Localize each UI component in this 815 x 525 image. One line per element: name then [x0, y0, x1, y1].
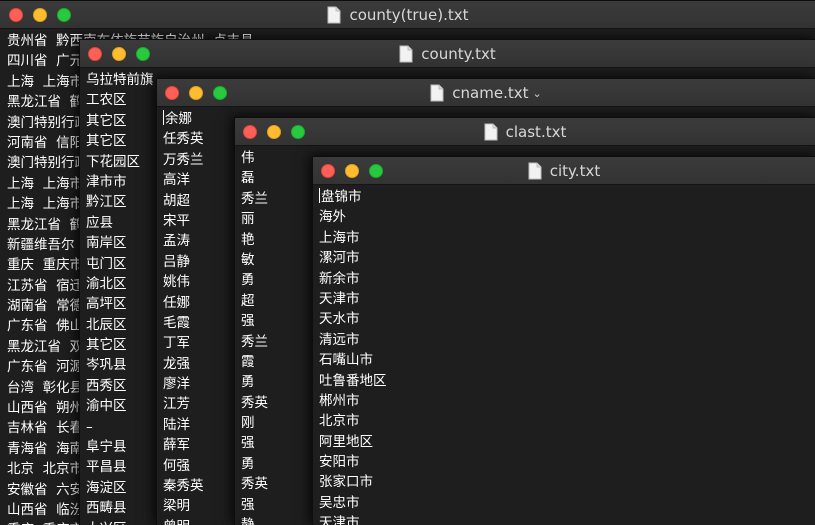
window-titlebar[interactable]: county.txt	[80, 40, 815, 68]
document-icon	[327, 6, 341, 24]
chevron-down-icon[interactable]: ⌄	[532, 87, 541, 100]
text-line: 清远市	[319, 331, 360, 348]
text-line: 郴州市	[319, 392, 360, 409]
window-title: city.txt	[549, 162, 601, 180]
text-line: 天水市	[319, 311, 360, 328]
window-titlebar[interactable]: city.txt	[313, 157, 815, 185]
text-line: 盘锦市	[319, 187, 815, 207]
window-titlebar[interactable]: clast.txt	[235, 118, 815, 146]
text-line: 吐鲁番地区	[319, 372, 387, 389]
window-title-area: county.txt	[80, 40, 815, 68]
window-title-area: county(true).txt	[0, 1, 815, 29]
text-line-content: 盘锦市	[321, 189, 362, 205]
text-line: 阿里地区	[319, 433, 373, 450]
text-line: 安阳市	[319, 454, 360, 471]
window-title: county(true).txt	[349, 6, 469, 24]
city-window[interactable]: city.txt 盘锦市 海外 上海市 漯河市 新余市 天津市 天水市 清远市 石嘴山市 吐鲁番地…	[312, 156, 815, 525]
text-line: 漯河市	[319, 250, 360, 267]
text-line: 天津市	[319, 290, 360, 307]
document-icon	[484, 123, 498, 141]
window-title-area: city.txt	[313, 157, 815, 185]
document-icon	[430, 84, 444, 102]
window-title: cname.txt	[452, 84, 529, 102]
document-icon	[528, 162, 542, 180]
text-line: 天津市	[319, 515, 360, 525]
text-line: 石嘴山市	[319, 352, 373, 369]
text-caret	[319, 188, 320, 203]
text-line-content: 余娜	[165, 111, 192, 127]
window-title: county.txt	[421, 45, 496, 63]
window-titlebar[interactable]: county(true).txt	[0, 1, 815, 29]
window-titlebar[interactable]: cname.txt ⌄	[157, 79, 815, 107]
window-title-area: cname.txt ⌄	[157, 79, 815, 107]
text-line: 吴忠市	[319, 494, 360, 511]
text-line: 北京市	[319, 413, 360, 430]
text-caret	[163, 110, 164, 125]
document-icon	[399, 45, 413, 63]
text-line: 海外	[319, 209, 346, 226]
window-title: clast.txt	[505, 123, 567, 141]
window-title-area: clast.txt	[235, 118, 815, 146]
text-line: 上海市	[319, 229, 360, 246]
text-line: 张家口市	[319, 474, 373, 491]
text-line: 新余市	[319, 270, 360, 287]
text-content[interactable]: 盘锦市 海外 上海市 漯河市 新余市 天津市 天水市 清远市 石嘴山市 吐鲁番地区 郴州市 北京市 阿里…	[313, 185, 815, 525]
